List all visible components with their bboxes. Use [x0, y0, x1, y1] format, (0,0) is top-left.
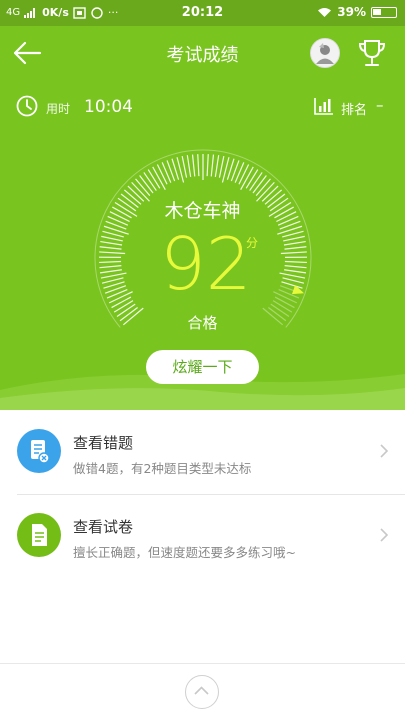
gauge-tick: [191, 154, 196, 177]
gauge-tick: [218, 155, 225, 178]
stats-row: 用时 10:04 排名 –: [0, 92, 405, 122]
gauge-tick: [99, 265, 122, 269]
gauge-tick: [274, 296, 295, 309]
chevron-right-icon: [380, 444, 389, 458]
share-button[interactable]: 炫耀一下: [146, 350, 259, 384]
item-description: 做错4题，有2种题目类型未达标: [73, 461, 252, 476]
gauge-tick: [135, 178, 151, 196]
item-title: 查看试卷: [73, 518, 134, 536]
gauge-tick: [252, 175, 267, 194]
gauge-tick: [186, 155, 192, 178]
list-item-view-paper[interactable]: 查看试卷 擅长正确题，但速度题还要多多练习哦~: [0, 494, 405, 578]
bar-chart-icon: [314, 98, 333, 115]
action-list: 查看错题 做错4题，有2种题目类型未达标 查看试卷 擅长正确题，但速度题还要多多…: [0, 410, 405, 578]
gauge-tick: [197, 154, 200, 177]
item-title: 查看错题: [73, 434, 134, 452]
avatar-icon: [316, 43, 334, 64]
wrong-questions-icon: [17, 429, 61, 473]
battery-icon: [371, 6, 397, 18]
gauge-tick: [249, 172, 263, 191]
user-nickname: 木仓车神: [164, 200, 241, 222]
item-description: 擅长正确题，但速度题还要多多练习哦~: [73, 545, 296, 560]
gauge-tick: [181, 155, 188, 178]
gauge-tick: [284, 246, 307, 250]
gauge-tick: [284, 269, 307, 274]
gauge-tick: [101, 277, 124, 284]
gauge-tick: [100, 272, 127, 279]
clock-icon: [16, 95, 38, 117]
status-bar: 4G 0K/s ··· 20:12 39%: [0, 0, 405, 26]
bottom-divider: [0, 663, 405, 664]
time-used-value: 10:04: [84, 97, 133, 117]
gauge-tick: [210, 154, 215, 177]
gauge-tick: [111, 296, 132, 309]
chevron-up-icon: [194, 686, 209, 695]
gauge-tick: [99, 246, 122, 250]
gauge-tick: [279, 272, 306, 279]
gauge-tick: [139, 175, 154, 194]
gauge-tick: [156, 164, 168, 185]
gauge-tick: [283, 235, 305, 242]
gauge-tick: [255, 178, 271, 196]
gauge-tick: [283, 240, 306, 246]
gauge-tick: [238, 164, 250, 185]
battery-percent: 39%: [337, 5, 366, 19]
paper-icon: [17, 513, 61, 557]
gauge-tick: [101, 235, 123, 242]
top-bar: 考试成绩: [0, 26, 405, 80]
trophy-icon[interactable]: [358, 38, 386, 68]
score-value: 92: [160, 222, 252, 306]
list-item-wrong-questions[interactable]: 查看错题 做错4题，有2种题目类型未达标: [0, 410, 405, 494]
scroll-up-button[interactable]: [185, 675, 219, 709]
gauge-tick: [100, 240, 123, 246]
gauge-tick: [143, 172, 157, 191]
rank-value: –: [376, 96, 384, 114]
time-used-label: 用时: [46, 102, 71, 116]
gauge-tick: [245, 169, 259, 189]
gauge-tick: [147, 169, 161, 189]
gauge-tick: [99, 260, 122, 264]
gauge-tick: [113, 300, 134, 313]
gauge-tick: [206, 154, 209, 177]
rank-label: 排名: [341, 103, 368, 118]
gauge-tick: [282, 277, 305, 284]
user-avatar[interactable]: [310, 38, 340, 68]
gauge-tick: [108, 291, 133, 304]
score-unit: 分: [246, 236, 259, 250]
gauge-tick: [99, 269, 122, 274]
chevron-right-icon: [380, 528, 389, 542]
gauge-tick: [214, 155, 220, 178]
gauge-tick: [280, 251, 307, 255]
pass-status: 合格: [187, 314, 218, 332]
gauge-tick: [99, 251, 126, 255]
gauge-tick: [284, 260, 307, 264]
gauge-tick: [272, 300, 293, 313]
gauge-tick: [284, 265, 307, 269]
page-title: 考试成绩: [166, 45, 239, 66]
wifi-icon: [318, 7, 332, 17]
